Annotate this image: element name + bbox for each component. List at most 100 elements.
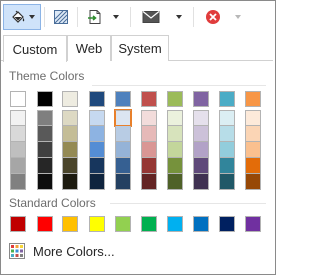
theme-colors-heading: Theme Colors <box>9 69 85 83</box>
insert-page-icon <box>87 9 103 25</box>
theme-shade-swatch[interactable] <box>167 158 183 174</box>
pattern-button[interactable] <box>49 4 73 30</box>
chevron-down-icon <box>28 15 35 19</box>
theme-shade-swatch[interactable] <box>10 158 26 174</box>
theme-shade-swatch[interactable] <box>193 158 209 174</box>
theme-shade-swatch[interactable] <box>219 142 235 158</box>
chevron-down-icon <box>235 15 241 19</box>
theme-shade-swatch[interactable] <box>219 158 235 174</box>
theme-shade-swatch[interactable] <box>10 110 26 126</box>
theme-color-swatch[interactable] <box>62 91 78 107</box>
theme-shade-swatch[interactable] <box>37 174 53 190</box>
theme-shade-swatch[interactable] <box>89 142 105 158</box>
more-colors-label: More Colors... <box>33 243 115 259</box>
standard-color-swatch[interactable] <box>115 216 131 232</box>
theme-shade-swatch[interactable] <box>62 158 78 174</box>
delete-button[interactable] <box>199 4 247 30</box>
delete-icon <box>205 9 221 25</box>
standard-color-swatch[interactable] <box>245 216 261 232</box>
theme-color-swatch[interactable] <box>141 91 157 107</box>
standard-color-swatch[interactable] <box>37 216 53 232</box>
toolbar-separator <box>77 7 78 27</box>
theme-shade-swatch[interactable] <box>10 126 26 142</box>
more-colors-button[interactable]: More Colors... <box>9 240 115 262</box>
theme-shade-swatch[interactable] <box>219 126 235 142</box>
standard-color-swatch[interactable] <box>193 216 209 232</box>
theme-shade-swatch[interactable] <box>167 110 183 126</box>
theme-shade-swatch[interactable] <box>167 126 183 142</box>
toolbar-separator <box>44 7 45 27</box>
theme-shade-swatch[interactable] <box>114 109 132 127</box>
toolbar-separator <box>130 7 131 27</box>
theme-shade-swatch[interactable] <box>37 110 53 126</box>
theme-shade-swatch[interactable] <box>37 142 53 158</box>
theme-shade-swatch[interactable] <box>167 142 183 158</box>
chevron-down-icon <box>176 15 182 19</box>
hatch-pattern-icon <box>53 9 69 25</box>
theme-shade-swatch[interactable] <box>62 110 78 126</box>
standard-colors-heading: Standard Colors <box>9 196 96 210</box>
theme-shade-swatch[interactable] <box>167 174 183 190</box>
theme-shade-swatch[interactable] <box>193 110 209 126</box>
theme-shade-swatch[interactable] <box>10 174 26 190</box>
standard-color-swatch[interactable] <box>89 216 105 232</box>
theme-shade-swatch[interactable] <box>115 142 131 158</box>
theme-shade-swatch[interactable] <box>245 158 261 174</box>
theme-color-swatch[interactable] <box>219 91 235 107</box>
theme-shade-swatch[interactable] <box>245 110 261 126</box>
theme-shade-swatch[interactable] <box>141 142 157 158</box>
theme-shade-swatch[interactable] <box>115 174 131 190</box>
standard-color-swatch[interactable] <box>141 216 157 232</box>
theme-shade-swatch[interactable] <box>193 126 209 142</box>
theme-color-swatch[interactable] <box>89 91 105 107</box>
tab-system[interactable]: System <box>111 35 169 61</box>
envelope-icon <box>142 10 160 24</box>
color-grid-icon <box>9 243 25 259</box>
standard-color-swatch[interactable] <box>62 216 78 232</box>
tab-web[interactable]: Web <box>67 35 111 61</box>
theme-shade-swatch[interactable] <box>219 174 235 190</box>
toolbar <box>1 1 273 33</box>
standard-color-swatch[interactable] <box>10 216 26 232</box>
theme-shade-swatch[interactable] <box>62 126 78 142</box>
theme-shade-swatch[interactable] <box>141 158 157 174</box>
theme-shade-swatch[interactable] <box>62 142 78 158</box>
tab-custom[interactable]: Custom <box>3 35 67 62</box>
divider <box>92 85 266 86</box>
paint-bucket-icon <box>10 9 26 25</box>
theme-shade-swatch[interactable] <box>141 110 157 126</box>
theme-shade-swatch[interactable] <box>89 174 105 190</box>
standard-color-swatch[interactable] <box>167 216 183 232</box>
theme-shade-swatch[interactable] <box>141 174 157 190</box>
theme-shade-swatch[interactable] <box>193 142 209 158</box>
theme-shade-swatch[interactable] <box>89 158 105 174</box>
insert-button[interactable] <box>83 4 123 30</box>
theme-shade-swatch[interactable] <box>37 126 53 142</box>
chevron-down-icon <box>113 15 119 19</box>
email-button[interactable] <box>136 4 188 30</box>
divider <box>110 203 266 204</box>
theme-shade-swatch[interactable] <box>62 174 78 190</box>
theme-shade-swatch[interactable] <box>115 126 131 142</box>
theme-shade-swatch[interactable] <box>245 126 261 142</box>
theme-color-swatch[interactable] <box>115 91 131 107</box>
toolbar-separator <box>193 7 194 27</box>
theme-color-swatch[interactable] <box>167 91 183 107</box>
theme-shade-swatch[interactable] <box>245 174 261 190</box>
theme-shade-swatch[interactable] <box>193 174 209 190</box>
theme-shade-swatch[interactable] <box>115 158 131 174</box>
theme-color-swatch[interactable] <box>37 91 53 107</box>
standard-color-swatch[interactable] <box>219 216 235 232</box>
tab-bar: Custom Web System <box>1 34 273 62</box>
theme-color-swatch[interactable] <box>245 91 261 107</box>
theme-shade-swatch[interactable] <box>219 110 235 126</box>
theme-shade-swatch[interactable] <box>89 110 105 126</box>
theme-shade-swatch[interactable] <box>89 126 105 142</box>
fill-color-button[interactable] <box>3 4 41 30</box>
theme-shade-swatch[interactable] <box>37 158 53 174</box>
theme-shade-swatch[interactable] <box>245 142 261 158</box>
theme-shade-swatch[interactable] <box>141 126 157 142</box>
theme-color-swatch[interactable] <box>10 91 26 107</box>
theme-color-swatch[interactable] <box>193 91 209 107</box>
theme-shade-swatch[interactable] <box>10 142 26 158</box>
